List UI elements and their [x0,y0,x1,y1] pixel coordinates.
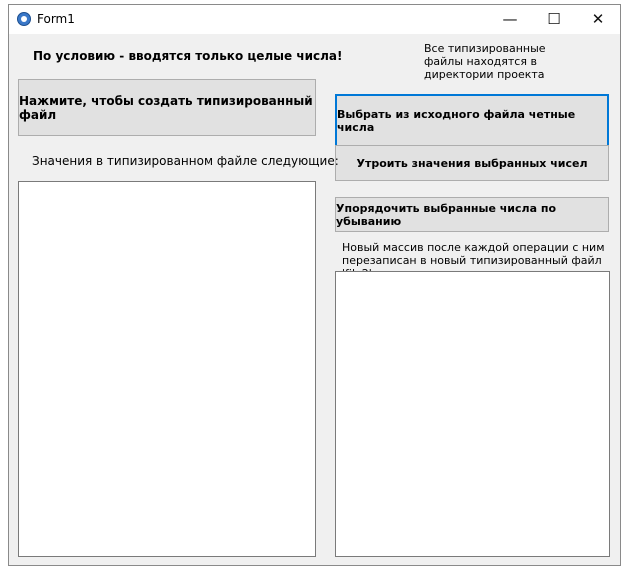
minimize-icon[interactable]: — [488,5,532,34]
maximize-icon[interactable]: ☐ [532,5,576,34]
location-label: Все типизированные файлы находятся в дир… [424,42,546,81]
create-file-button[interactable]: Нажмите, чтобы создать типизированный фа… [18,79,316,136]
sort-descending-button[interactable]: Упорядочить выбранные числа по убыванию [335,197,609,232]
new-array-line: Новый массив после каждой операции с ним [342,241,605,254]
title-bar: Form1 — ☐ ✕ [9,5,620,34]
values-header-label: Значения в типизированном файле следующи… [32,154,339,168]
location-line: файлы находятся в [424,55,537,68]
result-values-listbox[interactable] [335,271,610,557]
window-title: Form1 [37,12,75,26]
select-even-button[interactable]: Выбрать из исходного файла четные числа [335,94,609,148]
triple-values-button[interactable]: Утроить значения выбранных чисел [335,145,609,181]
condition-label: По условию - вводятся только целые числа… [33,49,343,63]
form1-window: Form1 — ☐ ✕ По условию - вводятся только… [8,4,621,566]
app-icon [17,12,31,26]
location-line: директории проекта [424,68,545,81]
close-icon[interactable]: ✕ [576,5,620,34]
source-values-listbox[interactable] [18,181,316,557]
location-line: Все типизированные [424,42,546,55]
